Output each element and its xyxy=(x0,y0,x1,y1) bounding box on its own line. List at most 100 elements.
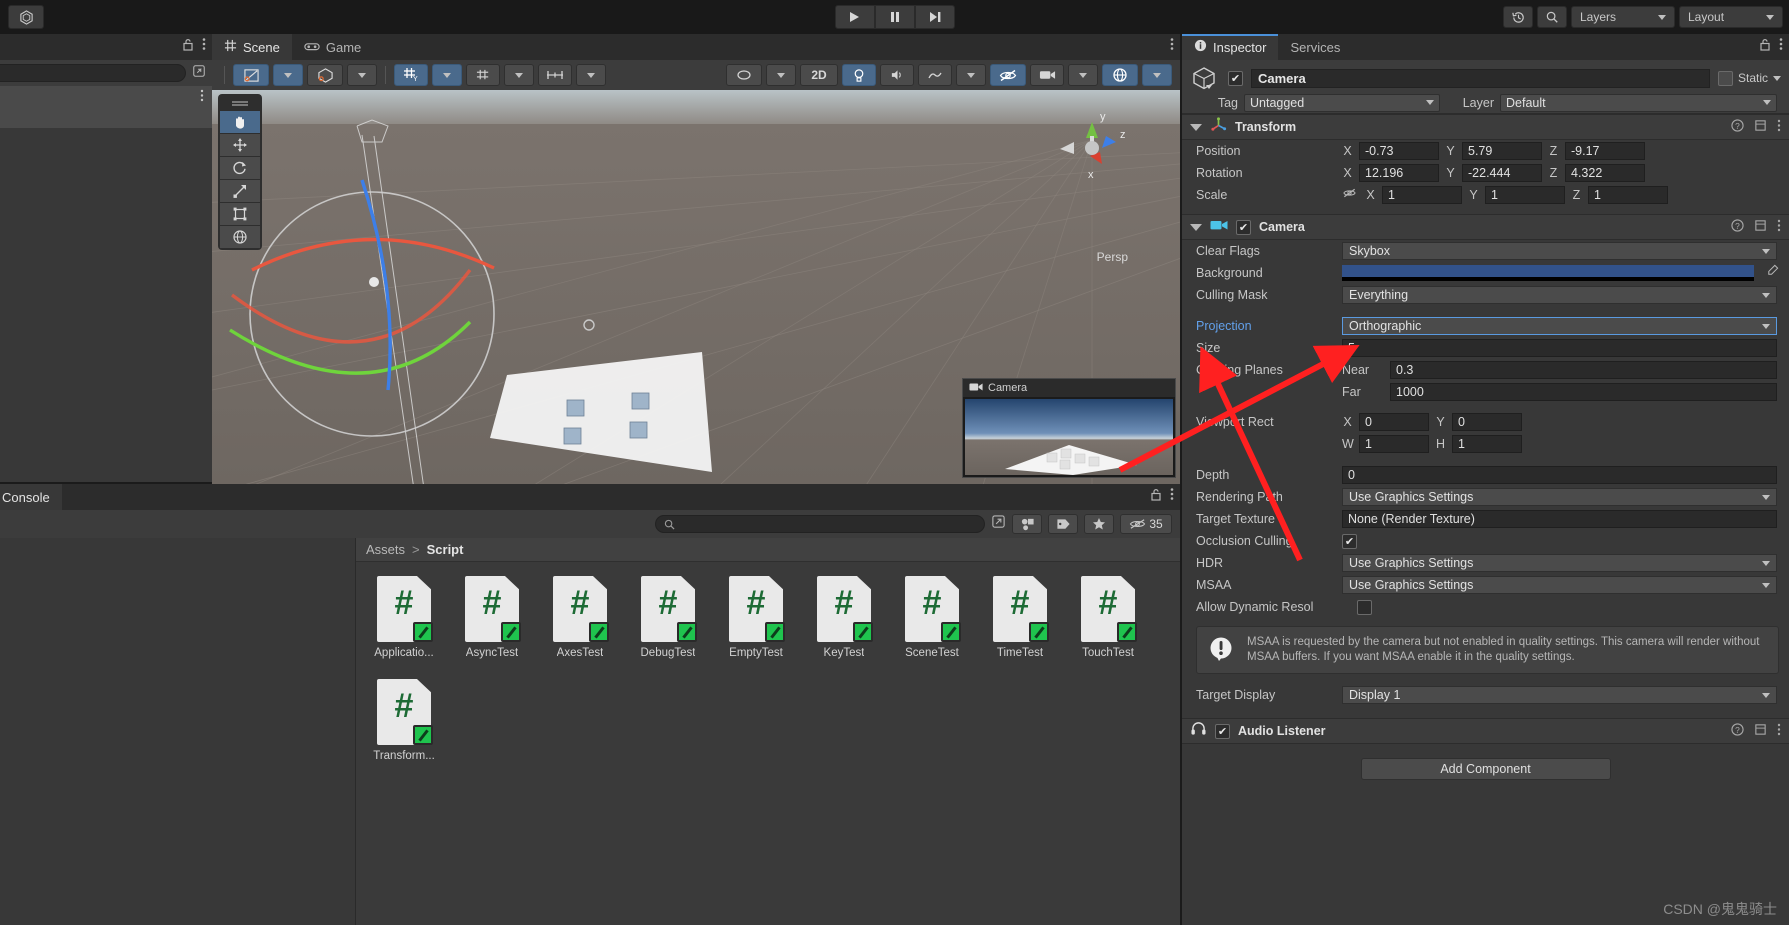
save-search-icon[interactable] xyxy=(991,514,1006,534)
asset-item[interactable]: # DebugTest xyxy=(636,576,700,659)
layers-dropdown[interactable]: Layers xyxy=(1571,6,1675,28)
hierarchy-item-plane[interactable]: ne xyxy=(0,149,212,170)
clear-flags-dropdown[interactable]: Skybox xyxy=(1342,242,1777,260)
foldout-icon[interactable] xyxy=(1190,123,1202,131)
scale-z-input[interactable]: 1 xyxy=(1588,186,1668,204)
star-icon[interactable] xyxy=(1084,514,1114,534)
tab-game[interactable]: Game xyxy=(291,34,374,60)
size-input[interactable]: 5 xyxy=(1342,339,1777,357)
rotate-tool-icon[interactable] xyxy=(220,157,260,179)
shading-mode-icon[interactable] xyxy=(233,64,269,86)
help-icon[interactable]: ? xyxy=(1731,219,1744,235)
eyedropper-icon[interactable] xyxy=(1766,264,1779,282)
snap-increment-icon[interactable] xyxy=(538,64,572,86)
viewport-x-input[interactable]: 0 xyxy=(1359,413,1429,431)
gizmos-icon[interactable] xyxy=(1102,64,1138,86)
preset-icon[interactable] xyxy=(1754,723,1767,739)
grid-snap-dropdown[interactable] xyxy=(504,64,534,86)
step-icon[interactable] xyxy=(914,5,955,29)
scale-tool-icon[interactable] xyxy=(220,180,260,202)
rotation-x-input[interactable]: 12.196 xyxy=(1359,164,1439,182)
play-icon[interactable] xyxy=(834,5,875,29)
constrain-proportions-off-icon[interactable] xyxy=(1342,186,1357,204)
scene-camera-dropdown[interactable] xyxy=(1068,64,1098,86)
move-tool-icon[interactable] xyxy=(220,134,260,156)
hand-tool-icon[interactable] xyxy=(220,111,260,133)
audio-listener-enabled-checkbox[interactable]: ✔ xyxy=(1215,723,1230,739)
asset-item[interactable]: # EmptyTest xyxy=(724,576,788,659)
projection-dropdown[interactable]: Orthographic xyxy=(1342,317,1777,335)
layer-dropdown[interactable]: Default xyxy=(1500,93,1777,112)
scene-axis-gizmo[interactable]: y z x xyxy=(1040,102,1150,212)
object-enabled-checkbox[interactable]: ✔ xyxy=(1228,70,1243,86)
search-input[interactable] xyxy=(655,515,985,533)
breadcrumb-current[interactable]: Script xyxy=(427,542,464,557)
tool-strip-grip[interactable] xyxy=(220,96,260,110)
depth-input[interactable]: 0 xyxy=(1342,466,1777,484)
effects-icon[interactable] xyxy=(918,64,952,86)
lock-icon[interactable] xyxy=(1150,488,1162,506)
kebab-menu-icon[interactable] xyxy=(1779,37,1783,56)
kebab-menu-icon[interactable] xyxy=(1777,219,1781,235)
hidden-objects-icon[interactable] xyxy=(990,64,1026,86)
help-icon[interactable]: ? xyxy=(1731,119,1744,135)
occlusion-culling-checkbox[interactable]: ✔ xyxy=(1342,533,1357,549)
tree-item[interactable]: bs xyxy=(0,598,355,619)
culling-mask-dropdown[interactable]: Everything xyxy=(1342,286,1777,304)
viewport-w-input[interactable]: 1 xyxy=(1359,435,1429,453)
hierarchy-search-input[interactable] xyxy=(0,64,186,82)
viewport-h-input[interactable]: 1 xyxy=(1452,435,1522,453)
layout-dropdown[interactable]: Layout xyxy=(1679,6,1783,28)
tree-item[interactable]: rials xyxy=(0,556,355,577)
camera-enabled-checkbox[interactable]: ✔ xyxy=(1236,219,1251,235)
target-display-dropdown[interactable]: Display 1 xyxy=(1342,686,1777,704)
scene-camera-icon[interactable] xyxy=(1030,64,1064,86)
tab-console[interactable]: Console xyxy=(0,484,62,510)
object-name-field[interactable]: Camera xyxy=(1251,68,1710,88)
save-search-icon[interactable] xyxy=(192,64,206,83)
kebab-menu-icon[interactable] xyxy=(202,37,206,56)
tab-services[interactable]: Services xyxy=(1278,34,1353,60)
component-header-camera[interactable]: ✔ Camera ? xyxy=(1182,214,1789,240)
kebab-menu-icon[interactable] xyxy=(1777,723,1781,739)
draw-mode-dropdown[interactable] xyxy=(347,64,377,86)
help-icon[interactable]: ? xyxy=(1731,723,1744,739)
tag-dropdown[interactable]: Untagged xyxy=(1244,93,1440,112)
kebab-menu-icon[interactable] xyxy=(1170,487,1174,506)
asset-item[interactable]: # SceneTest xyxy=(900,576,964,659)
scale-x-input[interactable]: 1 xyxy=(1382,186,1462,204)
hdr-dropdown[interactable]: Use Graphics Settings xyxy=(1342,554,1777,572)
draw-mode-icon[interactable] xyxy=(307,64,343,86)
far-input[interactable]: 1000 xyxy=(1390,383,1777,401)
preset-icon[interactable] xyxy=(1754,219,1767,235)
kebab-menu-icon[interactable] xyxy=(1777,119,1781,135)
position-y-input[interactable]: 5.79 xyxy=(1462,142,1542,160)
sound-icon[interactable] xyxy=(880,64,914,86)
audio-icon[interactable] xyxy=(726,64,762,86)
gizmo-2d-icon[interactable]: Y xyxy=(394,64,428,86)
rotation-y-input[interactable]: -22.444 xyxy=(1462,164,1542,182)
scene-viewport[interactable]: y z x Persp Camera xyxy=(212,90,1180,484)
search-icon[interactable] xyxy=(1537,6,1567,28)
grid-snap-icon[interactable] xyxy=(466,64,500,86)
scale-y-input[interactable]: 1 xyxy=(1485,186,1565,204)
component-header-audio-listener[interactable]: ✔ Audio Listener ? xyxy=(1182,718,1789,744)
gizmos-dropdown[interactable] xyxy=(1142,64,1172,86)
kebab-menu-icon[interactable] xyxy=(1170,37,1174,56)
msaa-dropdown[interactable]: Use Graphics Settings xyxy=(1342,576,1777,594)
gizmo-2d-dropdown[interactable] xyxy=(432,64,462,86)
transform-tool-icon[interactable] xyxy=(220,226,260,248)
position-x-input[interactable]: -0.73 xyxy=(1359,142,1439,160)
snap-increment-dropdown[interactable] xyxy=(576,64,606,86)
mode-2d-toggle[interactable]: 2D xyxy=(800,64,838,86)
tab-inspector[interactable]: Inspector xyxy=(1182,34,1279,60)
dynamic-resolution-checkbox[interactable] xyxy=(1357,599,1372,615)
rendering-path-dropdown[interactable]: Use Graphics Settings xyxy=(1342,488,1777,506)
tree-item[interactable]: s xyxy=(0,577,355,598)
target-texture-field[interactable]: None (Render Texture) xyxy=(1342,510,1777,528)
history-icon[interactable] xyxy=(1503,6,1533,28)
foldout-icon[interactable] xyxy=(1190,223,1202,231)
kebab-menu-icon[interactable] xyxy=(200,89,204,105)
breadcrumb-root[interactable]: Assets xyxy=(366,542,405,557)
hierarchy-scene-row[interactable]: leScene* xyxy=(0,86,212,107)
